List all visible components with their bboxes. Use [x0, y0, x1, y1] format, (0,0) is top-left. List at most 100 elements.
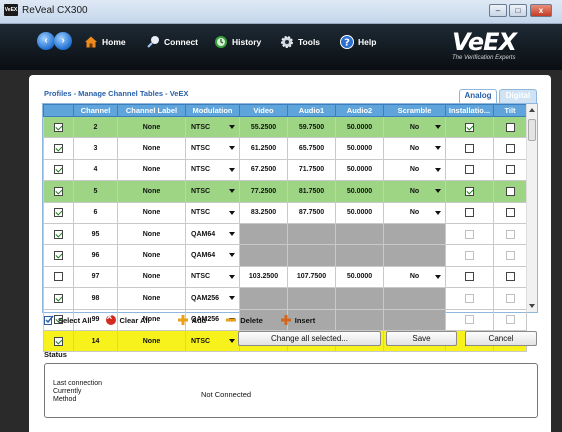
channel-label-cell[interactable]: None: [117, 222, 186, 246]
audio2-cell[interactable]: 50.0000: [335, 180, 384, 203]
cancel-button[interactable]: Cancel: [465, 331, 537, 346]
channel-label-cell[interactable]: None: [117, 137, 186, 160]
maximize-button[interactable]: □: [509, 4, 527, 17]
row-select-checkbox[interactable]: [54, 144, 63, 154]
channel-cell[interactable]: 97: [73, 265, 118, 289]
scramble-select[interactable]: No: [383, 115, 446, 139]
chevron-down-icon[interactable]: [435, 274, 441, 279]
column-header-audio2[interactable]: Audio2: [335, 104, 384, 117]
audio2-cell[interactable]: 50.0000: [335, 201, 384, 224]
tools-button[interactable]: Tools: [280, 35, 320, 49]
table-row[interactable]: 97 None NTSC 103.2500 107.7500 50.0000 No: [43, 265, 527, 289]
column-header-modulation[interactable]: Modulation: [185, 104, 240, 117]
chevron-down-icon[interactable]: [229, 167, 235, 172]
chevron-down-icon[interactable]: [229, 189, 235, 194]
chevron-down-icon[interactable]: [229, 296, 235, 301]
add-button[interactable]: Add: [177, 315, 206, 325]
installation-checkbox[interactable]: [465, 144, 474, 154]
tilt-checkbox[interactable]: [505, 122, 515, 132]
chevron-down-icon[interactable]: [435, 210, 441, 215]
scroll-up-icon[interactable]: [529, 108, 535, 112]
installation-checkbox[interactable]: [465, 165, 474, 175]
channel-label-cell[interactable]: None: [117, 265, 186, 289]
modulation-select[interactable]: QAM256: [185, 287, 240, 310]
chevron-down-icon[interactable]: [229, 231, 235, 236]
history-button[interactable]: History: [214, 35, 261, 49]
video-cell[interactable]: 103.2500: [239, 265, 288, 289]
row-select-checkbox[interactable]: [54, 229, 63, 239]
video-cell[interactable]: 77.2500: [239, 180, 288, 203]
channel-label-cell[interactable]: None: [117, 329, 186, 353]
chevron-down-icon[interactable]: [435, 125, 441, 129]
audio1-cell[interactable]: 59.7500: [287, 115, 336, 139]
video-cell[interactable]: 83.2500: [239, 201, 288, 224]
tab-digital[interactable]: Digital: [499, 89, 537, 103]
table-row[interactable]: 96 None QAM64: [43, 244, 527, 267]
table-row[interactable]: 4 None NTSC 67.2500 71.7500 50.0000 No: [43, 158, 527, 182]
table-row[interactable]: 2 None NTSC 55.2500 59.7500 50.0000 No: [43, 115, 527, 139]
help-button[interactable]: ? Help: [340, 35, 376, 49]
channel-label-cell[interactable]: None: [117, 201, 186, 224]
minimize-button[interactable]: –: [489, 4, 507, 17]
modulation-select[interactable]: NTSC: [185, 265, 240, 289]
save-button[interactable]: Save: [386, 331, 457, 346]
chevron-down-icon[interactable]: [229, 338, 235, 343]
column-header-installation[interactable]: Installatio...: [445, 104, 494, 117]
channel-label-cell[interactable]: None: [117, 244, 186, 267]
audio2-cell[interactable]: 50.0000: [335, 137, 384, 160]
audio1-cell[interactable]: 107.7500: [287, 265, 336, 289]
table-row[interactable]: 5 None NTSC 77.2500 81.7500 50.0000 No: [43, 180, 527, 203]
channel-label-cell[interactable]: None: [117, 158, 186, 182]
channel-cell[interactable]: 98: [73, 287, 118, 310]
row-select-checkbox[interactable]: [54, 186, 63, 196]
column-header-channel-label[interactable]: Channel Label: [117, 104, 186, 117]
audio2-cell[interactable]: 50.0000: [335, 265, 384, 289]
chevron-down-icon[interactable]: [435, 146, 441, 151]
row-select-checkbox[interactable]: [54, 251, 63, 261]
chevron-down-icon[interactable]: [229, 274, 235, 279]
channel-cell[interactable]: 96: [73, 244, 118, 267]
video-cell[interactable]: 55.2500: [239, 115, 288, 139]
audio1-cell[interactable]: 87.7500: [287, 201, 336, 224]
chevron-down-icon[interactable]: [435, 167, 441, 172]
channel-cell[interactable]: 2: [73, 115, 118, 139]
scramble-select[interactable]: No: [383, 265, 446, 289]
video-cell[interactable]: 61.2500: [239, 137, 288, 160]
scramble-select[interactable]: No: [383, 137, 446, 160]
change-all-selected-button[interactable]: Change all selected...: [238, 331, 381, 346]
tilt-checkbox[interactable]: [505, 165, 515, 175]
scramble-select[interactable]: No: [383, 158, 446, 182]
row-select-checkbox[interactable]: [54, 293, 63, 303]
column-header-scramble[interactable]: Scramble: [383, 104, 446, 117]
tilt-checkbox[interactable]: [505, 208, 515, 218]
tilt-checkbox[interactable]: [505, 144, 515, 154]
chevron-down-icon[interactable]: [435, 189, 441, 194]
insert-button[interactable]: Insert: [280, 315, 315, 325]
column-header-channel[interactable]: Channel: [73, 104, 118, 117]
home-button[interactable]: Home: [84, 35, 126, 49]
delete-button[interactable]: Delete: [226, 315, 263, 325]
installation-checkbox[interactable]: [465, 122, 474, 132]
channel-cell[interactable]: 3: [73, 137, 118, 160]
chevron-down-icon[interactable]: [229, 125, 235, 129]
row-select-checkbox[interactable]: [54, 165, 63, 175]
installation-checkbox[interactable]: [465, 208, 474, 218]
vertical-scrollbar[interactable]: [526, 104, 537, 312]
connect-button[interactable]: Connect: [146, 35, 198, 49]
modulation-select[interactable]: NTSC: [185, 180, 240, 203]
installation-checkbox[interactable]: [465, 272, 474, 282]
scrollbar-thumb[interactable]: [528, 119, 536, 141]
table-row[interactable]: 3 None NTSC 61.2500 65.7500 50.0000 No: [43, 137, 527, 160]
installation-checkbox[interactable]: [465, 186, 474, 196]
audio1-cell[interactable]: 81.7500: [287, 180, 336, 203]
row-select-checkbox[interactable]: [54, 122, 63, 132]
column-header-tilt[interactable]: Tilt: [493, 104, 527, 117]
audio2-cell[interactable]: 50.0000: [335, 115, 384, 139]
channel-label-cell[interactable]: None: [117, 115, 186, 139]
clear-all-button[interactable]: Clear All: [105, 312, 150, 325]
column-header-video[interactable]: Video: [239, 104, 288, 117]
row-select-checkbox[interactable]: [54, 272, 63, 282]
row-select-checkbox[interactable]: [54, 208, 63, 218]
chevron-down-icon[interactable]: [229, 146, 235, 151]
table-row[interactable]: 95 None QAM64: [43, 222, 527, 246]
